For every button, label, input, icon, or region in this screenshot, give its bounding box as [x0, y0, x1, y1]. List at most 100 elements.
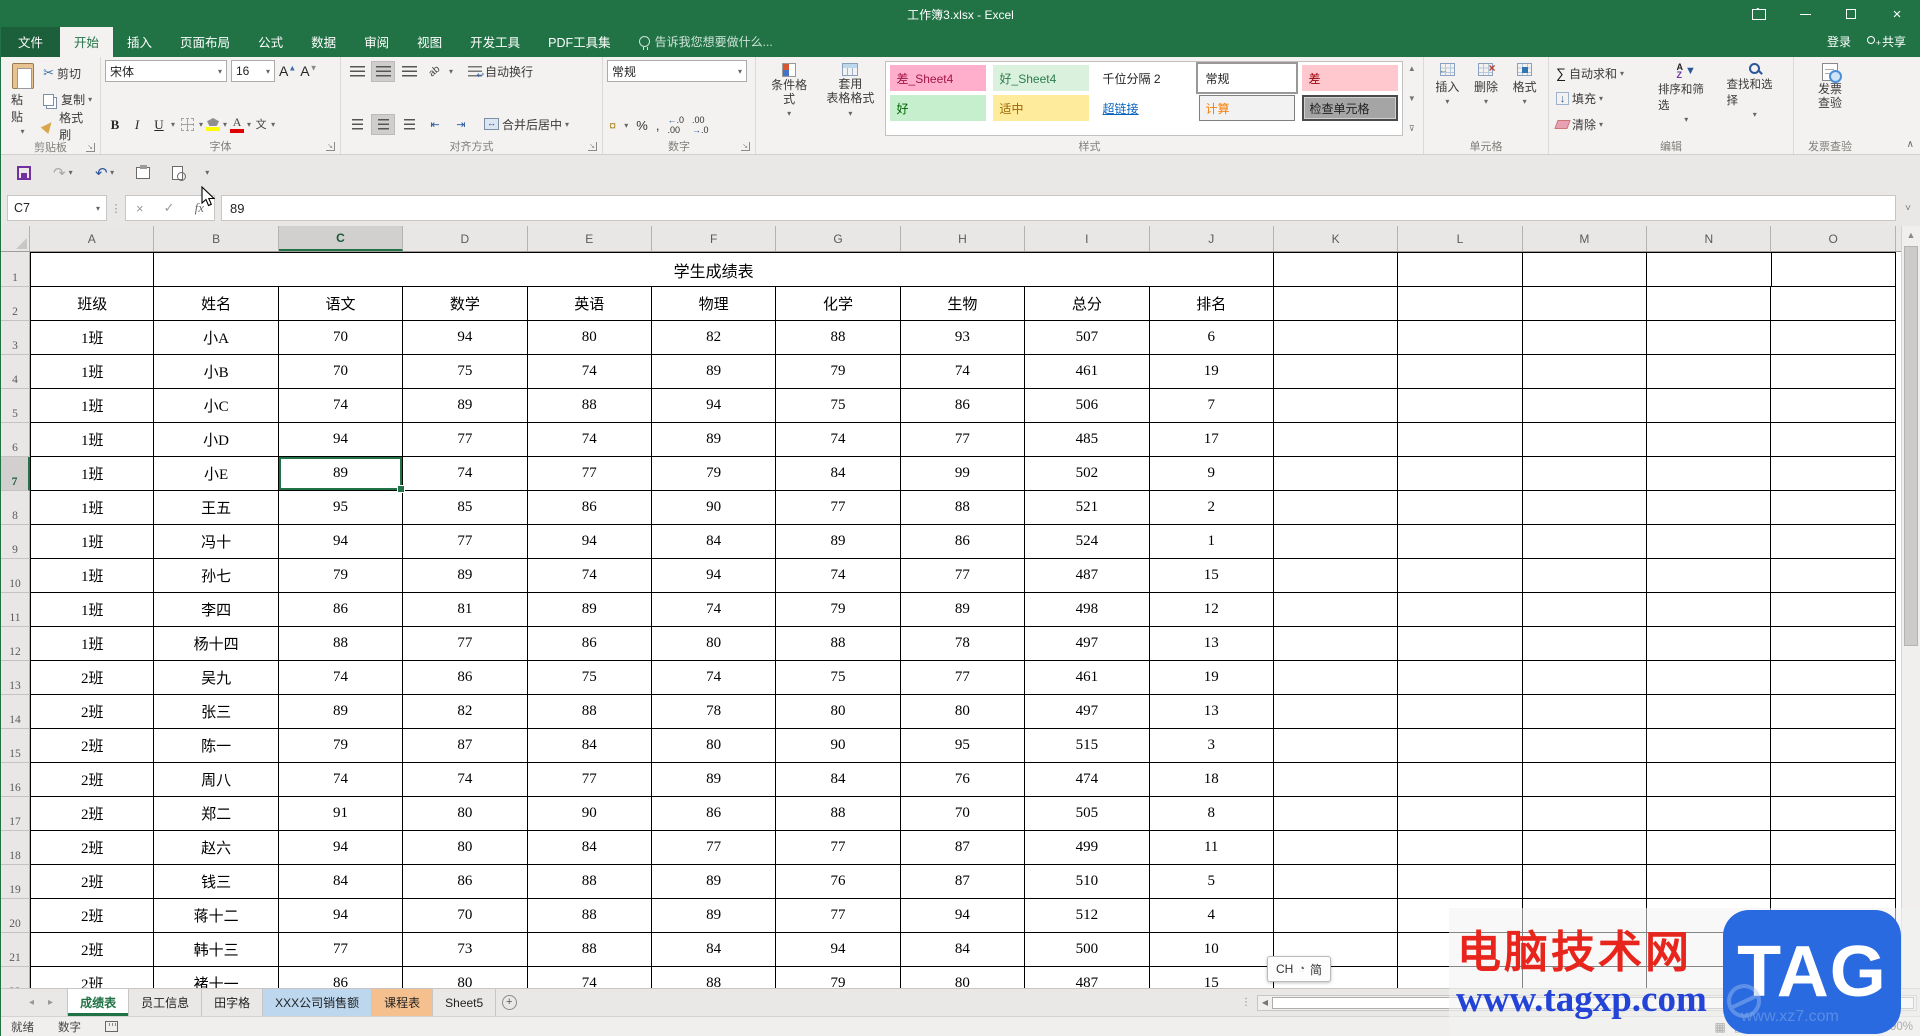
cell[interactable]	[1771, 525, 1896, 559]
cell[interactable]: 2班	[30, 661, 155, 695]
cell[interactable]	[1771, 491, 1896, 525]
cell[interactable]: 蒋十二	[154, 899, 279, 933]
cell[interactable]: 11	[1149, 831, 1274, 865]
cell[interactable]	[1647, 457, 1772, 491]
column-header-C[interactable]: C	[278, 226, 404, 251]
cell[interactable]: 2班	[30, 797, 155, 831]
cell[interactable]: 91	[278, 797, 404, 831]
cell[interactable]	[1771, 389, 1896, 423]
cell[interactable]: 89	[651, 423, 777, 457]
row-header-8[interactable]: 8	[1, 491, 30, 525]
cell[interactable]: 2班	[30, 933, 155, 967]
cell[interactable]	[1522, 389, 1648, 423]
cell[interactable]: 512	[1025, 899, 1150, 933]
cell[interactable]	[1273, 797, 1399, 831]
cell[interactable]: 1班	[30, 627, 155, 661]
cell[interactable]: 84	[651, 933, 777, 967]
alignment-dialog-launcher[interactable]	[588, 142, 597, 151]
redo-button[interactable]: ↷ ▾	[53, 164, 73, 182]
cell[interactable]: 陈一	[154, 729, 279, 763]
cell[interactable]	[1273, 525, 1399, 559]
cell[interactable]: 88	[900, 491, 1026, 525]
row-header-18[interactable]: 18	[1, 831, 30, 865]
cell[interactable]: 77	[651, 831, 777, 865]
cut-button[interactable]: ✂ 剪切	[40, 62, 96, 84]
cell[interactable]: 79	[651, 457, 777, 491]
currency-format-button[interactable]: ¤	[609, 118, 616, 133]
sheet-tab-5[interactable]: Sheet5	[433, 989, 497, 1016]
cell[interactable]: 74	[278, 763, 404, 797]
cell[interactable]: 89	[403, 389, 528, 423]
cell[interactable]: 80	[651, 729, 777, 763]
cell[interactable]	[1273, 559, 1399, 593]
cell[interactable]: 89	[900, 593, 1026, 627]
vertical-scroll-thumb[interactable]	[1904, 246, 1918, 646]
cell[interactable]	[1771, 695, 1896, 729]
cell[interactable]	[1273, 355, 1399, 389]
cell[interactable]: 4	[1149, 899, 1274, 933]
cell[interactable]: 15	[1149, 559, 1274, 593]
cell[interactable]: 487	[1025, 559, 1150, 593]
cell[interactable]	[1647, 491, 1772, 525]
cell[interactable]: 17	[1149, 423, 1274, 457]
decrease-decimal-button[interactable]: .00 →.0	[692, 115, 709, 135]
cell[interactable]	[1273, 491, 1399, 525]
cell[interactable]: 84	[776, 457, 901, 491]
increase-decimal-button[interactable]: ←.0.00	[667, 115, 684, 135]
sheet-tab-1[interactable]: 员工信息	[129, 989, 203, 1016]
cell[interactable]	[1771, 355, 1896, 389]
gallery-expand-icon[interactable]: ⊽	[1409, 124, 1415, 133]
row-header-1[interactable]: 1	[1, 252, 30, 287]
cell[interactable]: 88	[527, 695, 652, 729]
cell[interactable]: 89	[527, 593, 652, 627]
format-as-table-button[interactable]: 套用 表格格式 ▾	[818, 60, 882, 137]
column-header-I[interactable]: I	[1025, 226, 1150, 251]
cell[interactable]: 77	[403, 525, 528, 559]
cell[interactable]: 语文	[278, 287, 404, 321]
cell[interactable]: 总分	[1025, 287, 1150, 321]
column-header-J[interactable]: J	[1150, 226, 1274, 251]
cell[interactable]	[1771, 797, 1896, 831]
row-header-4[interactable]: 4	[1, 355, 30, 389]
cell[interactable]: 77	[403, 627, 528, 661]
cell[interactable]	[1522, 797, 1648, 831]
cell[interactable]	[1647, 423, 1772, 457]
cell[interactable]	[1273, 729, 1399, 763]
cell[interactable]: 姓名	[154, 287, 279, 321]
row-header-5[interactable]: 5	[1, 389, 30, 423]
bold-button[interactable]: B	[105, 114, 125, 135]
format-painter-button[interactable]: 格式刷	[40, 111, 96, 142]
cell[interactable]	[1647, 627, 1772, 661]
cell[interactable]: 2班	[30, 865, 155, 899]
cell[interactable]: 1班	[30, 355, 155, 389]
cell[interactable]: 87	[900, 831, 1026, 865]
cell[interactable]: 89	[651, 355, 777, 389]
cell[interactable]: 13	[1149, 627, 1274, 661]
tab-7[interactable]: 开发工具	[456, 27, 534, 57]
cell[interactable]: 1班	[30, 389, 155, 423]
cell[interactable]: 89	[651, 865, 777, 899]
cell[interactable]: 82	[651, 321, 777, 355]
cell[interactable]	[30, 252, 155, 287]
cell[interactable]: 82	[403, 695, 528, 729]
sheet-nav-left-icon[interactable]: ◂	[29, 997, 34, 1008]
sheet-tab-3[interactable]: XXX公司销售额	[263, 989, 373, 1016]
cell[interactable]: 74	[527, 355, 652, 389]
autosum-button[interactable]: ∑ 自动求和 ▾	[1553, 62, 1652, 84]
column-header-H[interactable]: H	[901, 226, 1026, 251]
phonetic-guide-button[interactable]: 文	[253, 119, 269, 131]
cell-style-chip[interactable]: 好	[889, 95, 986, 121]
cell[interactable]	[1771, 321, 1896, 355]
tab-file[interactable]: 文件	[1, 27, 61, 57]
cell[interactable]: 86	[651, 797, 777, 831]
cell[interactable]: 505	[1025, 797, 1150, 831]
cell[interactable]: 1班	[30, 321, 155, 355]
cell[interactable]	[1522, 729, 1648, 763]
cell[interactable]: 74	[527, 559, 652, 593]
cell[interactable]	[1647, 797, 1772, 831]
cell[interactable]: 86	[900, 389, 1026, 423]
confirm-entry-button[interactable]: ✓	[164, 200, 175, 216]
cell[interactable]: 小E	[154, 457, 279, 491]
row-header-16[interactable]: 16	[1, 763, 30, 797]
cell[interactable]	[1647, 355, 1772, 389]
